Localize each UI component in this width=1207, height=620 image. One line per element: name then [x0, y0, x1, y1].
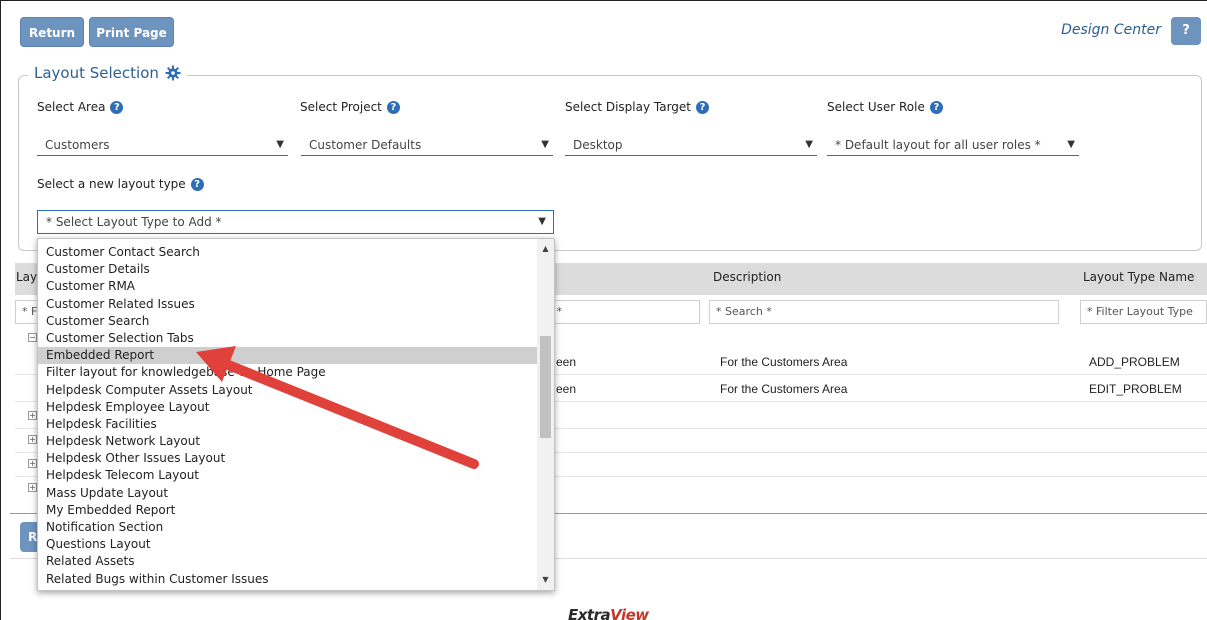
scrollbar-thumb[interactable] — [540, 336, 551, 438]
filter-input-layout-type[interactable]: * Filter Layout Type — [1080, 300, 1207, 324]
layout-selection-legend: Layout Selection — [28, 64, 187, 82]
legend-title: Layout Selection — [34, 64, 159, 82]
table-cell: een — [556, 382, 577, 396]
gear-icon[interactable] — [165, 65, 181, 81]
dropdown-option[interactable]: Related Assets — [38, 553, 538, 570]
table-cell: For the Customers Area — [720, 382, 848, 396]
dropdown-option[interactable]: Customer Details — [38, 261, 538, 278]
new-layout-type-label: Select a new layout type ? — [37, 177, 204, 191]
dropdown-arrow-icon: ▼ — [1067, 139, 1075, 150]
dropdown-option[interactable]: My Embedded Report — [38, 502, 538, 519]
display-target-select[interactable]: Desktop ▼ — [565, 134, 817, 156]
help-icon[interactable]: ? — [696, 100, 710, 114]
help-icon[interactable]: ? — [929, 100, 943, 114]
table-cell: ADD_PROBLEM — [1089, 355, 1180, 369]
project-select[interactable]: Customer Defaults ▼ — [301, 134, 553, 156]
dropdown-option[interactable]: Embedded Report — [38, 347, 538, 365]
dropdown-option[interactable]: Customer RMA — [38, 278, 538, 295]
dropdown-option[interactable]: Related Bugs within Customer Issues — [38, 571, 538, 588]
dropdown-option[interactable]: Helpdesk Telecom Layout — [38, 467, 538, 484]
table-cell: For the Customers Area — [720, 355, 848, 369]
dropdown-option[interactable]: Customer Selection Tabs — [38, 330, 538, 347]
dropdown-arrow-icon: ▼ — [541, 139, 549, 150]
expand-icon[interactable]: + — [28, 483, 37, 492]
dropdown-arrow-icon: ▼ — [276, 139, 284, 150]
dropdown-option[interactable]: Helpdesk Employee Layout — [38, 399, 538, 416]
select-display-target-label: Select Display Target ? — [565, 100, 710, 114]
help-icon[interactable]: ? — [386, 100, 400, 114]
dropdown-option[interactable]: Helpdesk Computer Assets Layout — [38, 382, 538, 399]
dropdown-arrow-icon: ▼ — [805, 139, 813, 150]
return-button[interactable]: Return — [20, 17, 84, 47]
help-button[interactable]: ? — [1171, 17, 1201, 45]
dropdown-option[interactable]: Filter layout for knowledgebase on Home … — [38, 364, 538, 381]
user-role-select[interactable]: * Default layout for all user roles * ▼ — [827, 134, 1079, 156]
help-icon[interactable]: ? — [110, 100, 124, 114]
dropdown-option[interactable]: Customer Related Issues — [38, 296, 538, 313]
table-cell: een — [556, 355, 577, 369]
layout-type-dropdown-list[interactable]: Customer Contact Search Customer Details C… — [37, 238, 555, 591]
column-header-partial: Lay — [16, 270, 38, 284]
dropdown-option[interactable]: Customer Contact Search — [38, 244, 538, 261]
dropdown-option[interactable]: Helpdesk Facilities — [38, 416, 538, 433]
dropdown-option[interactable]: Customer Search — [38, 313, 538, 330]
dropdown-option[interactable]: Mass Update Layout — [38, 485, 538, 502]
column-header-layout-type-name[interactable]: Layout Type Name — [1083, 270, 1194, 284]
dropdown-options: Customer Contact Search Customer Details C… — [38, 244, 538, 588]
help-icon[interactable]: ? — [190, 177, 204, 191]
column-header-description[interactable]: Description — [713, 270, 781, 284]
select-project-label: Select Project ? — [300, 100, 400, 114]
select-area-label: Select Area ? — [37, 100, 124, 114]
dropdown-arrow-icon: ▼ — [538, 216, 546, 227]
expand-icon[interactable]: + — [28, 435, 37, 444]
area-select[interactable]: Customers ▼ — [37, 134, 288, 156]
table-cell: EDIT_PROBLEM — [1089, 382, 1182, 396]
dropdown-option[interactable]: Questions Layout — [38, 536, 538, 553]
layout-type-select[interactable]: * Select Layout Type to Add * ▼ — [37, 210, 554, 234]
design-center-title: Design Center — [1061, 22, 1161, 38]
expand-icon[interactable]: + — [28, 459, 37, 468]
filter-input-description[interactable]: * Search * — [709, 300, 1059, 324]
filter-input-name[interactable]: n * — [540, 300, 700, 324]
select-user-role-label: Select User Role ? — [827, 100, 943, 114]
dropdown-option[interactable]: Helpdesk Network Layout — [38, 433, 538, 450]
scroll-down-icon[interactable]: ▼ — [537, 572, 554, 588]
expand-icon[interactable]: + — [28, 411, 37, 420]
expand-icon[interactable]: − — [28, 333, 37, 342]
scroll-up-icon[interactable]: ▲ — [537, 241, 554, 257]
dropdown-option[interactable]: Helpdesk Other Issues Layout — [38, 450, 538, 467]
extraview-logo: ExtraView — [568, 606, 649, 620]
dropdown-option[interactable]: Notification Section — [38, 519, 538, 536]
print-page-button[interactable]: Print Page — [89, 17, 174, 47]
